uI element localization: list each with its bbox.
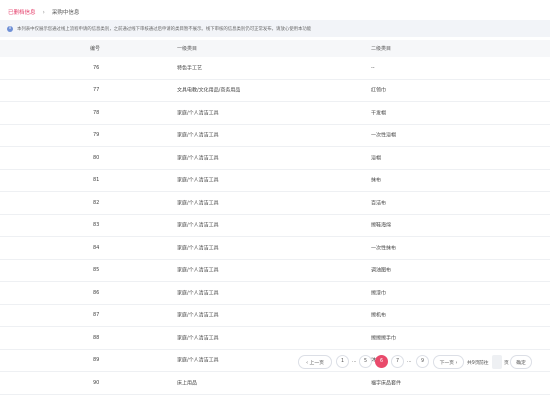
cell-category1: 文具电教/文化用品/商务用品	[177, 87, 241, 94]
table-row: 83 家庭/个人清洁工具 擦鞋海绵	[0, 215, 550, 237]
table-row: 81 家庭/个人清洁工具 抹布	[0, 170, 550, 192]
page-suffix-label: 页	[504, 360, 509, 366]
header-category1: 一级类目	[177, 46, 198, 52]
cell-id: 83	[93, 222, 100, 229]
cell-id: 78	[93, 109, 100, 116]
cell-category1: 家庭/个人清洁工具	[177, 200, 219, 207]
breadcrumb: 已删档信息 › 采购中信息	[8, 6, 79, 18]
table-row: 84 家庭/个人清洁工具 一次性抹布	[0, 237, 550, 260]
page-button-6-current[interactable]: 6	[375, 355, 388, 368]
table-row: 77 文具电教/文化用品/商务用品 红领巾	[0, 80, 550, 102]
page-button-7[interactable]: 7	[391, 355, 404, 368]
cell-category1: 床上用品	[177, 380, 198, 387]
page-ellipsis-left[interactable]: ···	[352, 355, 357, 369]
cell-id: 85	[93, 267, 100, 274]
table-row: 87 家庭/个人清洁工具 擦机布	[0, 305, 550, 327]
next-page-button[interactable]: 下一页 ›	[433, 355, 464, 369]
page-ellipsis-right[interactable]: ···	[407, 355, 412, 369]
table-row: 86 家庭/个人清洁工具 擦漆巾	[0, 282, 550, 305]
table-row: 78 家庭/个人清洁工具 干发帽	[0, 102, 550, 125]
table-row: 76 特色手工艺 --	[0, 57, 550, 80]
cell-category2: 红领巾	[371, 87, 387, 94]
cell-category1: 家庭/个人清洁工具	[177, 177, 219, 184]
cell-category1: 家庭/个人清洁工具	[177, 155, 219, 162]
cell-id: 81	[93, 177, 100, 184]
cell-id: 88	[93, 334, 100, 341]
info-icon: i	[7, 25, 13, 32]
cell-id: 80	[93, 154, 100, 161]
cell-id: 77	[93, 87, 100, 94]
table-row: 90 床上用品 福字床品套件	[0, 372, 550, 395]
cell-category1: 家庭/个人清洁工具	[177, 357, 219, 364]
table-row: 82 家庭/个人清洁工具 百洁布	[0, 192, 550, 215]
breadcrumb-parent-link[interactable]: 已删档信息	[8, 8, 36, 16]
goto-label: 前往	[479, 360, 489, 366]
cell-category2: 调油图布	[371, 267, 392, 274]
cell-category2: 浴帽	[371, 155, 382, 162]
cell-category1: 家庭/个人清洁工具	[177, 222, 219, 229]
page-button-1[interactable]: 1	[336, 355, 349, 368]
breadcrumb-current: 采购中信息	[51, 10, 80, 16]
page-button-9[interactable]: 9	[416, 355, 429, 368]
cell-id: 90	[93, 379, 100, 386]
cell-category2: 干发帽	[371, 110, 387, 117]
cell-category2: 擦鞋海绵	[371, 222, 392, 229]
confirm-button[interactable]: 确定	[510, 355, 532, 369]
cell-category2: 福字床品套件	[371, 380, 402, 387]
cell-category2: 百洁布	[371, 200, 387, 207]
prev-page-button[interactable]: ‹ 上一页	[298, 355, 332, 369]
cell-id: 82	[93, 199, 100, 206]
cell-id: 87	[93, 312, 100, 319]
goto-page-input[interactable]	[492, 355, 502, 369]
cell-id: 76	[93, 64, 100, 71]
cell-category2: 抹布	[371, 177, 382, 184]
notice-banner: i 本列表中仅展示您通过线上流程申请的信息类别，之前通过线下审核通过后申请的类目…	[0, 20, 550, 37]
table-row: 88 家庭/个人清洁工具 擦擦擦手巾	[0, 327, 550, 350]
cell-category2: 擦机布	[371, 312, 387, 319]
table-row: 85 家庭/个人清洁工具 调油图布	[0, 260, 550, 282]
cell-category1: 特色手工艺	[177, 65, 203, 72]
total-pages-label: 共9页	[467, 360, 480, 366]
cell-id: 86	[93, 289, 100, 296]
table-row: 79 家庭/个人清洁工具 一次性浴帽	[0, 125, 550, 147]
header-id: 编号	[90, 46, 101, 52]
cell-category2: 擦漆巾	[371, 290, 387, 297]
cell-category1: 家庭/个人清洁工具	[177, 267, 219, 274]
table-header: 编号 一级类目 二级类目	[0, 40, 550, 57]
cell-category1: 家庭/个人清洁工具	[177, 245, 219, 252]
pagination: ‹ 上一页 1 ··· 5 6 7 ··· 9 下一页 › 共9页 前往 页 确…	[298, 355, 550, 371]
cell-id: 79	[93, 132, 100, 139]
cell-category1: 家庭/个人清洁工具	[177, 312, 219, 319]
page-button-5[interactable]: 5	[359, 355, 372, 368]
cell-category1: 家庭/个人清洁工具	[177, 290, 219, 297]
cell-id: 84	[93, 244, 100, 251]
cell-category2: 擦擦擦手巾	[371, 335, 397, 342]
table-row: 80 家庭/个人清洁工具 浴帽	[0, 147, 550, 170]
cell-category1: 家庭/个人清洁工具	[177, 335, 219, 342]
cell-id: 89	[93, 357, 100, 364]
header-category2: 二级类目	[371, 46, 392, 52]
breadcrumb-separator: ›	[42, 8, 45, 16]
notice-text: 本列表中仅展示您通过线上流程申请的信息类别，之前通过线下审核通过后申请的类目暂不…	[17, 26, 312, 32]
table-body: 76 特色手工艺 -- 77 文具电教/文化用品/商务用品 红领巾 78 家庭/个人清洁工…	[0, 57, 550, 395]
cell-category2: --	[371, 64, 375, 71]
cell-category2: 一次性抹布	[371, 245, 397, 252]
cell-category2: 一次性浴帽	[371, 132, 397, 139]
cell-category1: 家庭/个人清洁工具	[177, 110, 219, 117]
cell-category1: 家庭/个人清洁工具	[177, 132, 219, 139]
